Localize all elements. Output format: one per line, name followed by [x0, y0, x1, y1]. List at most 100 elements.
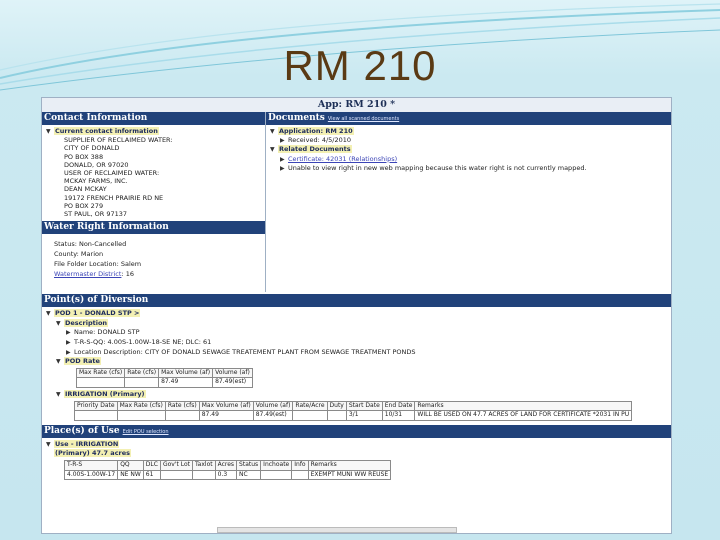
- table-header-cell: Volume (af): [252, 400, 294, 412]
- table-header-cell: Acres: [214, 459, 238, 471]
- triangle-down-icon[interactable]: ▼: [56, 391, 64, 400]
- table-header-cell: Max Volume (af): [158, 367, 214, 379]
- current-contact-label: Current contact information: [54, 127, 159, 135]
- table-cell: [326, 410, 347, 421]
- triangle-right-icon[interactable]: ▶: [280, 137, 288, 145]
- edit-pou-link[interactable]: Edit POU selection: [123, 429, 169, 435]
- table-cell: 4.00S-1.00W-17: [63, 469, 119, 481]
- table-cell: 0.3: [214, 469, 238, 481]
- table-cell: 10/31: [381, 410, 416, 421]
- triangle-down-icon[interactable]: ▼: [56, 358, 64, 367]
- table-header-cell: Taxlot: [192, 459, 216, 471]
- app-title: App: RM 210 *: [42, 98, 671, 112]
- triangle-down-icon[interactable]: ▼: [46, 128, 54, 136]
- table-header-cell: Max Rate (cfs): [116, 400, 166, 412]
- table-header-cell: Duty: [326, 400, 347, 412]
- primary-acres-label: (Primary) 47.7 acres: [54, 449, 132, 458]
- triangle-down-icon[interactable]: ▼: [46, 310, 54, 319]
- status-text: Status: Non-Cancelled: [54, 240, 127, 249]
- pod-rate-table: Max Rate (cfs) Rate (cfs) Max Volume (af…: [75, 367, 253, 388]
- contact-line: CITY OF DONALD: [64, 144, 120, 153]
- pod-rate-node[interactable]: ▼ POD Rate: [46, 357, 667, 367]
- table-header-cell: Info: [291, 459, 309, 471]
- irrigation-label: IRRIGATION (Primary): [64, 389, 146, 398]
- description-node[interactable]: ▼ Description: [46, 318, 667, 329]
- table-header-row: T-R-S QQ DLC Gov't Lot Taxlot Acres Stat…: [63, 459, 392, 471]
- pod-rate-label: POD Rate: [64, 357, 101, 366]
- table-cell: [74, 410, 118, 421]
- table-cell: [260, 469, 293, 481]
- table-header-cell: Status: [236, 459, 262, 471]
- table-header-cell: Volume (af): [212, 367, 253, 379]
- contact-line: DONALD, OR 97020: [64, 160, 129, 169]
- contact-documents-row: Contact Information ▼ Current contact inf…: [42, 112, 671, 293]
- table-cell: [292, 410, 328, 421]
- table-header-cell: Remarks: [307, 459, 392, 471]
- table-cell: [159, 469, 194, 481]
- table-cell: [75, 377, 126, 388]
- table-cell: [192, 469, 216, 481]
- contact-line: DEAN MCKAY: [64, 185, 107, 194]
- table-cell: EXEMPT MUNI WW REUSE: [307, 469, 392, 481]
- pod-node[interactable]: ▼ POD 1 - DONALD STP >: [46, 309, 667, 319]
- horizontal-scrollbar[interactable]: [217, 527, 457, 533]
- table-cell: [164, 410, 200, 421]
- table-cell: [291, 469, 309, 481]
- contact-line: MCKAY FARMS, INC.: [64, 177, 128, 186]
- unable-note-node[interactable]: ▶ Unable to view right in new web mapping…: [270, 164, 667, 173]
- irrigation-node[interactable]: ▼ IRRIGATION (Primary): [46, 389, 667, 400]
- water-right-screenshot: App: RM 210 * Contact Information ▼ Curre…: [41, 97, 672, 534]
- application-node[interactable]: ▼ Application: RM 210: [270, 127, 667, 136]
- table-header-cell: T-R-S: [63, 459, 119, 471]
- table-header-cell: Start Date: [345, 400, 383, 412]
- table-header-cell: Max Volume (af): [198, 400, 254, 412]
- related-documents-node[interactable]: ▼ Related Documents: [270, 145, 667, 154]
- table-cell: NE NW: [117, 469, 144, 481]
- table-header-cell: Rate/Acre: [292, 400, 328, 412]
- triangle-right-icon[interactable]: ▶: [280, 165, 288, 173]
- table-cell: 3/1: [345, 410, 383, 421]
- triangle-down-icon[interactable]: ▼: [270, 146, 278, 154]
- description-label: Description: [64, 318, 109, 327]
- trsqq-text: T-R-S-QQ: 4.00S-1.00W-18-SE NE; DLC: 61: [74, 338, 212, 347]
- contact-header: Contact Information: [42, 112, 265, 125]
- contact-line: 19172 FRENCH PRAIRIE RD NE: [64, 193, 164, 202]
- current-contact-node[interactable]: ▼ Current contact information: [46, 127, 261, 136]
- file-folder-text: File Folder Location: Salem: [54, 260, 142, 269]
- certificate-node[interactable]: ▶ Certificate: 42031 (Relationships): [270, 155, 667, 164]
- table-cell: 87.49: [158, 377, 214, 388]
- table-cell: 61: [142, 469, 161, 481]
- contact-line: ST PAUL, OR 97137: [64, 210, 128, 219]
- table-cell: 87.49: [198, 410, 254, 421]
- trsqq-node[interactable]: ▶ T-R-S-QQ: 4.00S-1.00W-18-SE NE; DLC: 61: [46, 338, 667, 348]
- received-node[interactable]: ▶ Received: 4/5/2010: [270, 136, 667, 145]
- table-header-cell: Max Rate (cfs): [75, 367, 126, 379]
- contact-line: PO BOX 388: [64, 152, 104, 161]
- pod-name: Name: DONALD STP: [74, 328, 140, 337]
- triangle-right-icon[interactable]: ▶: [66, 329, 74, 338]
- triangle-down-icon[interactable]: ▼: [56, 320, 64, 329]
- certificate-link[interactable]: Certificate: 42031 (Relationships): [288, 155, 397, 163]
- contact-line: SUPPLIER OF RECLAIMED WATER:: [64, 136, 173, 145]
- documents-header: Documents View all scanned documents: [266, 112, 671, 125]
- triangle-down-icon[interactable]: ▼: [270, 128, 278, 136]
- table-header-row: Max Rate (cfs) Rate (cfs) Max Volume (af…: [75, 367, 253, 379]
- table-header-cell: Rate (cfs): [124, 367, 160, 379]
- irrigation-table: Priority Date Max Rate (cfs) Rate (cfs) …: [74, 400, 633, 421]
- table-header-cell: Priority Date: [74, 400, 118, 412]
- triangle-right-icon[interactable]: ▶: [66, 339, 74, 348]
- application-label: Application: RM 210: [278, 127, 354, 135]
- view-documents-link[interactable]: View all scanned documents: [328, 116, 399, 122]
- location-node[interactable]: ▶ Location Description: CITY OF DONALD SE…: [46, 348, 667, 358]
- use-irrigation-node[interactable]: ▼ Use - IRRIGATION: [46, 439, 667, 450]
- triangle-right-icon[interactable]: ▶: [280, 156, 288, 164]
- pod-name-node[interactable]: ▶ Name: DONALD STP: [46, 328, 667, 338]
- triangle-down-icon[interactable]: ▼: [46, 441, 54, 450]
- contact-column: Contact Information ▼ Current contact inf…: [42, 112, 266, 293]
- table-header-cell: End Date: [381, 400, 416, 412]
- triangle-right-icon[interactable]: ▶: [66, 349, 74, 358]
- watermaster-link[interactable]: Watermaster District: [54, 270, 121, 278]
- table-cell: 87.49(est): [252, 410, 294, 421]
- table-cell: [124, 377, 160, 388]
- documents-column: Documents View all scanned documents ▼ App…: [266, 112, 671, 292]
